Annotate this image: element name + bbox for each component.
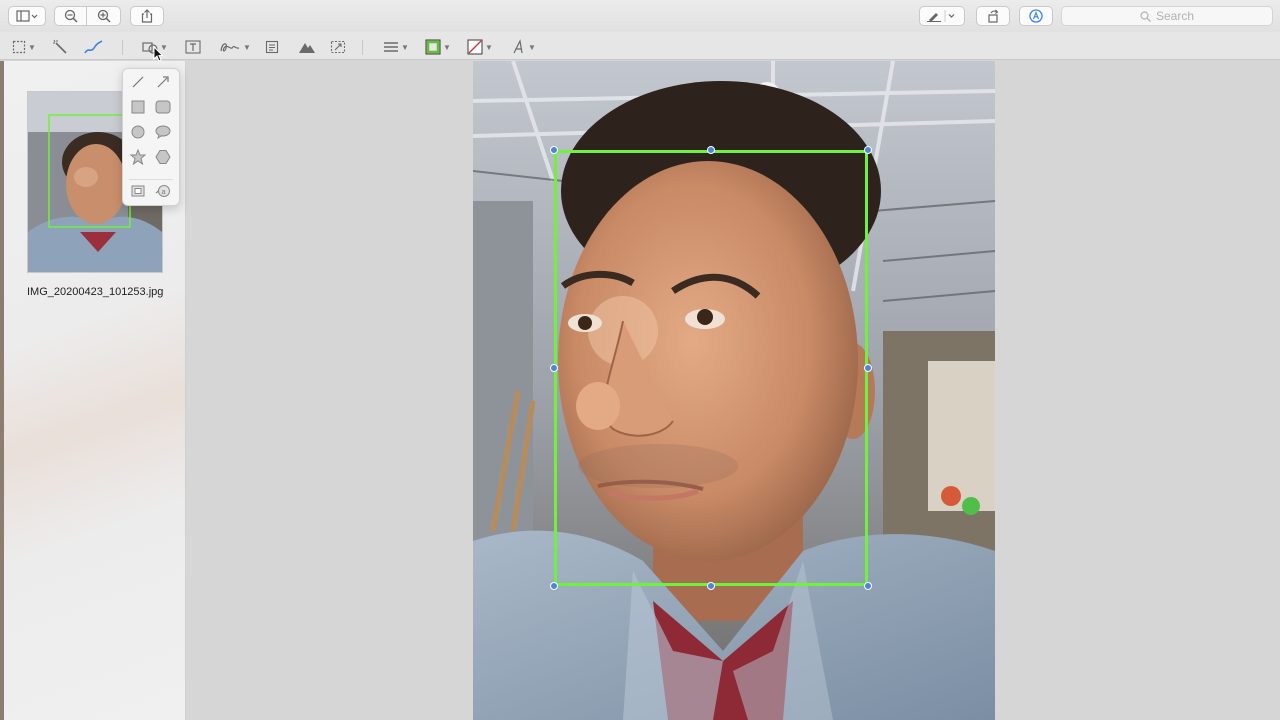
chevron-down-icon: ▼	[443, 42, 451, 52]
search-field[interactable]: Search	[1061, 6, 1273, 26]
oval-shape-item[interactable]	[128, 122, 148, 142]
line-icon	[132, 76, 144, 88]
rounded-rectangle-shape-item[interactable]	[153, 97, 173, 117]
rectangle-icon	[131, 100, 145, 114]
border-color-icon	[425, 39, 441, 55]
chevron-down-icon: ▼	[243, 42, 251, 52]
selection-icon	[12, 40, 26, 54]
resize-handle-bottom[interactable]	[707, 582, 715, 590]
loupe-icon: a	[155, 185, 170, 197]
sign-tool[interactable]: ▼	[219, 38, 251, 56]
resize-handle-top-left[interactable]	[550, 146, 558, 154]
toolbar-divider	[122, 40, 123, 55]
pen-icon	[927, 10, 955, 22]
markup-circle-icon	[1029, 9, 1043, 23]
fill-color-tool[interactable]: ▼	[467, 38, 493, 56]
text-style-tool[interactable]: ▼	[512, 38, 536, 56]
rectangle-shape-item[interactable]	[128, 97, 148, 117]
thumbnail-filename: IMG_20200423_101253.jpg	[27, 286, 164, 298]
rotate-icon	[988, 9, 999, 23]
chevron-down-icon: ▼	[28, 42, 36, 52]
chevron-down-icon: ▼	[401, 42, 409, 52]
window-toolbar: Search	[0, 0, 1280, 32]
resize-handle-bottom-right[interactable]	[864, 582, 872, 590]
shape-style-tool[interactable]: ▼	[383, 38, 409, 56]
arrow-shape-item[interactable]	[153, 72, 173, 92]
chevron-down-icon: ▼	[528, 42, 536, 52]
resize-handle-left[interactable]	[550, 364, 558, 372]
rectangle-annotation[interactable]	[554, 150, 868, 586]
adjust-color-icon	[299, 43, 315, 53]
resize-handle-bottom-left[interactable]	[550, 582, 558, 590]
search-icon	[1140, 10, 1151, 22]
chevron-down-icon: ▼	[485, 42, 493, 52]
speech-bubble-icon	[155, 125, 171, 139]
mask-shape-item[interactable]	[128, 181, 148, 201]
signature-icon	[220, 43, 240, 52]
note-tool[interactable]	[265, 38, 279, 56]
zoom-out-button[interactable]	[54, 6, 87, 26]
markup-pen-button[interactable]	[919, 6, 965, 26]
mouse-cursor-icon	[153, 46, 163, 62]
rounded-rectangle-icon	[155, 100, 171, 114]
fill-color-icon	[467, 39, 483, 55]
share-icon	[141, 9, 153, 23]
resize-handle-top[interactable]	[707, 146, 715, 154]
resize-handle-top-right[interactable]	[864, 146, 872, 154]
zoom-out-icon	[64, 9, 78, 23]
line-shape-item[interactable]	[128, 72, 148, 92]
sketch-icon	[84, 40, 103, 54]
sidebar-icon	[16, 10, 38, 22]
shapes-popover: a	[122, 68, 180, 206]
border-color-tool[interactable]: ▼	[425, 38, 451, 56]
adjust-color-tool[interactable]	[298, 38, 316, 56]
text-tool[interactable]	[185, 38, 201, 56]
loupe-shape-item[interactable]: a	[153, 181, 173, 201]
hexagon-shape-item[interactable]	[153, 147, 173, 167]
sidebar-toggle-button[interactable]	[8, 6, 46, 26]
arrow-icon	[157, 76, 169, 88]
resize-handle-right[interactable]	[864, 364, 872, 372]
instant-alpha-tool[interactable]	[52, 38, 68, 56]
svg-text:a: a	[162, 189, 166, 196]
zoom-in-icon	[97, 9, 111, 23]
rectangular-selection-tool[interactable]: ▼	[12, 38, 36, 56]
popover-divider	[129, 179, 173, 180]
search-placeholder: Search	[1155, 9, 1195, 23]
line-style-icon	[384, 42, 398, 52]
text-box-icon	[185, 40, 201, 54]
rotate-button[interactable]	[976, 6, 1010, 26]
mask-icon	[131, 185, 145, 197]
adjust-size-icon	[330, 40, 346, 54]
oval-icon	[131, 125, 145, 139]
adjust-size-tool[interactable]	[330, 38, 346, 56]
share-button[interactable]	[130, 6, 164, 26]
sketch-tool[interactable]	[84, 38, 104, 56]
desktop-edge	[0, 61, 4, 720]
markup-mode-button[interactable]	[1019, 6, 1053, 26]
magic-wand-icon	[53, 39, 67, 54]
speech-bubble-shape-item[interactable]	[153, 122, 173, 142]
text-style-icon	[513, 39, 523, 54]
note-icon	[265, 40, 279, 54]
star-icon	[130, 149, 146, 165]
toolbar-divider	[362, 40, 363, 55]
hexagon-icon	[155, 150, 171, 164]
zoom-in-button[interactable]	[86, 6, 121, 26]
star-shape-item[interactable]	[128, 147, 148, 167]
